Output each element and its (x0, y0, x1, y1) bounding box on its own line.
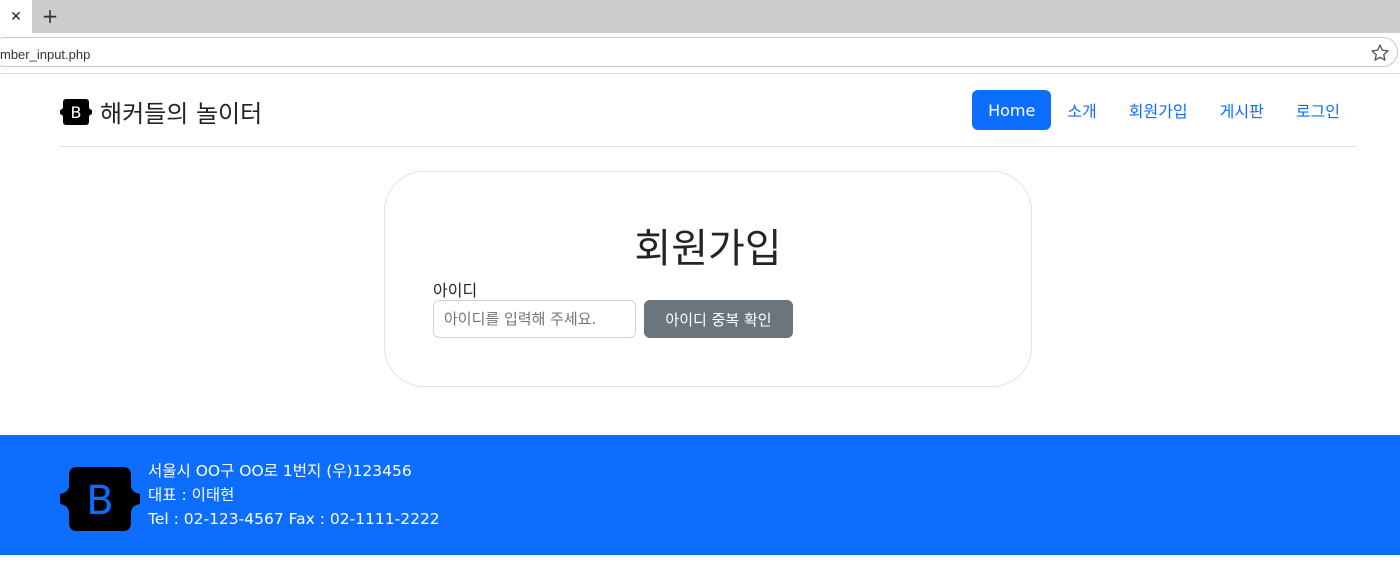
nav-menu: Home 소개 회원가입 게시판 로그인 (972, 90, 1356, 130)
brand-logo-letter: B (71, 103, 82, 122)
nav-about[interactable]: 소개 (1051, 90, 1112, 130)
close-icon[interactable]: ✕ (0, 0, 32, 33)
star-icon[interactable] (1370, 43, 1390, 63)
url-text[interactable]: mber_input.php (0, 47, 90, 62)
brand[interactable]: B 해커들의 놀이터 (60, 94, 262, 129)
nav-signup[interactable]: 회원가입 (1113, 90, 1204, 130)
page-title: 회원가입 (634, 226, 782, 272)
nav-home[interactable]: Home (972, 90, 1052, 130)
id-input[interactable] (433, 300, 636, 338)
url-field[interactable] (0, 37, 1398, 67)
bootstrap-logo-icon: B (60, 98, 92, 125)
brand-text[interactable]: 해커들의 놀이터 (100, 94, 262, 129)
browser-tab-bar: ✕ + (0, 0, 1400, 33)
site-footer: B 서울시 OO구 OO로 1번지 (우)123456 대표 : 이태현 Tel… (0, 435, 1400, 555)
bootstrap-logo-icon: B (60, 467, 140, 531)
signup-card: 회원가입 아이디 아이디 중복 확인 (384, 171, 1032, 387)
address-bar: mber_input.php (0, 33, 1400, 74)
nav-board[interactable]: 게시판 (1204, 90, 1280, 130)
nav-login[interactable]: 로그인 (1280, 90, 1356, 130)
site-navbar: B 해커들의 놀이터 Home 소개 회원가입 게시판 로그인 (60, 88, 1356, 147)
footer-contact: Tel : 02-123-4567 Fax : 02-1111-2222 (148, 510, 440, 528)
id-label: 아이디 (433, 281, 478, 300)
new-tab-icon[interactable]: + (38, 4, 62, 28)
id-duplicate-check-button[interactable]: 아이디 중복 확인 (644, 300, 793, 338)
footer-info: 서울시 OO구 OO로 1번지 (우)123456 대표 : 이태현 Tel :… (148, 459, 440, 531)
footer-logo-letter: B (86, 478, 113, 524)
footer-address: 서울시 OO구 OO로 1번지 (우)123456 (148, 462, 412, 480)
footer-ceo: 대표 : 이태현 (148, 486, 235, 504)
